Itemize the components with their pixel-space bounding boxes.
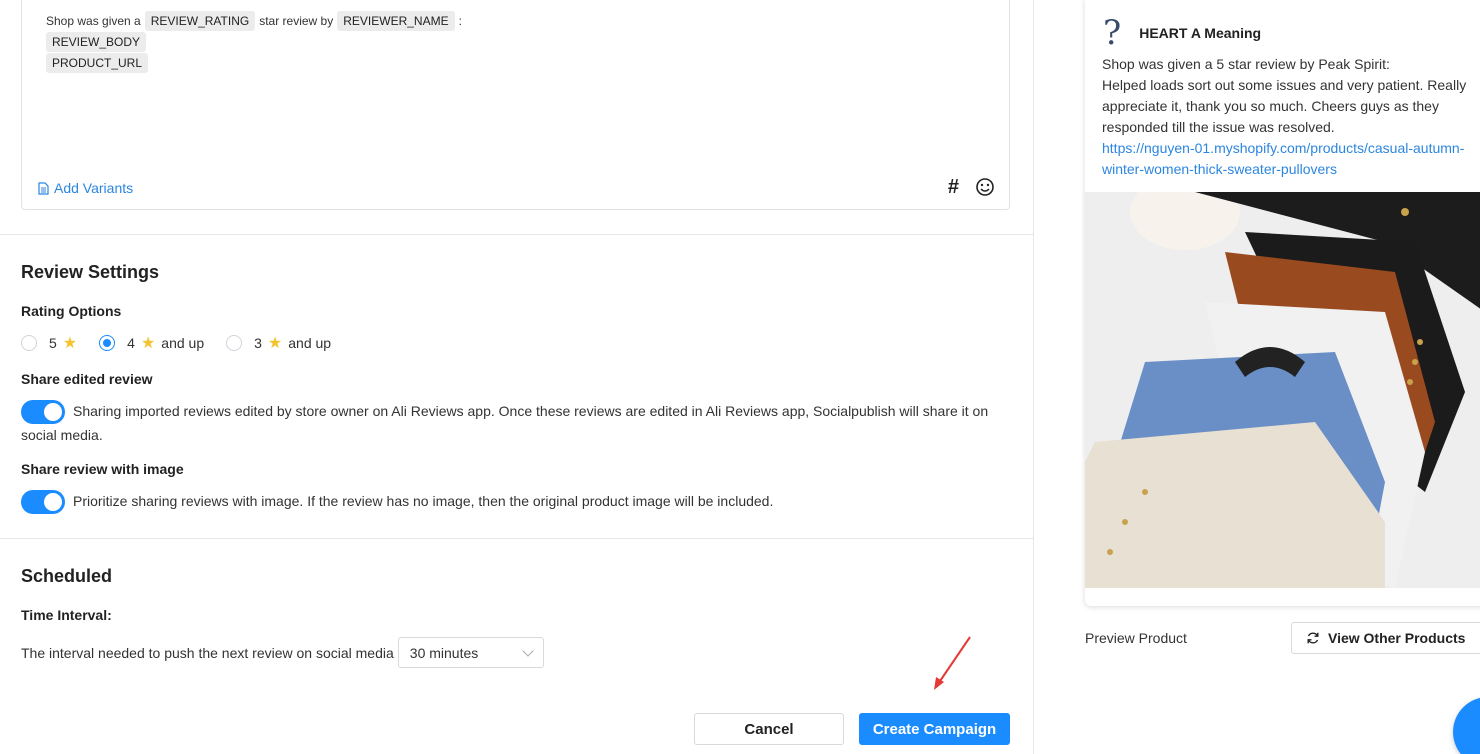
share-review-image-toggle[interactable] bbox=[21, 490, 65, 515]
template-prefix: Shop was given a bbox=[46, 14, 141, 28]
template-line-2: REVIEW_BODY bbox=[46, 32, 147, 52]
share-edited-review-row: Sharing imported reviews edited by store… bbox=[21, 400, 1016, 446]
interval-value: 30 minutes bbox=[409, 644, 479, 661]
review-rating-variable[interactable]: REVIEW_RATING bbox=[144, 11, 256, 31]
emoji-icon[interactable] bbox=[975, 177, 995, 197]
interval-description: The interval needed to push the next rev… bbox=[21, 644, 394, 661]
product-url-variable[interactable]: PRODUCT_URL bbox=[46, 53, 149, 73]
sweater-image-illustration bbox=[1085, 192, 1480, 588]
editor-toolbar: # bbox=[948, 177, 995, 197]
refresh-icon bbox=[1307, 632, 1319, 644]
preview-post-text: Shop was given a 5 star review by Peak S… bbox=[1102, 54, 1477, 180]
add-variants-link[interactable]: Add Variants bbox=[38, 180, 133, 196]
add-variants-label: Add Variants bbox=[54, 180, 134, 196]
preview-product-label: Preview Product bbox=[1085, 630, 1187, 646]
interval-select[interactable]: 30 minutes bbox=[397, 637, 544, 668]
share-edited-review-text: Sharing imported reviews edited by store… bbox=[21, 403, 989, 444]
product-image bbox=[1085, 192, 1480, 588]
chevron-down-icon bbox=[522, 644, 534, 657]
preview-line-1: Shop was given a 5 star review by Peak S… bbox=[1102, 56, 1390, 72]
rating-options-group: 5 ★ 4 ★ and up 3 ★ and up bbox=[21, 333, 331, 353]
radio-button-selected[interactable] bbox=[99, 335, 116, 351]
rating-options-label: Rating Options bbox=[21, 303, 122, 319]
rating-value: 5 bbox=[49, 335, 57, 351]
rating-value: 3 bbox=[254, 335, 262, 351]
template-colon: : bbox=[458, 14, 462, 28]
cancel-button[interactable]: Cancel bbox=[694, 713, 844, 745]
section-divider bbox=[0, 538, 1034, 539]
post-preview-card: ? HEART A Meaning Shop was given a 5 sta… bbox=[1085, 0, 1480, 606]
time-interval-label: Time Interval: bbox=[21, 607, 112, 623]
share-edited-review-label: Share edited review bbox=[21, 371, 153, 387]
template-line-1: Shop was given a REVIEW_RATING star revi… bbox=[46, 11, 462, 31]
interval-row: The interval needed to push the next rev… bbox=[21, 637, 544, 668]
review-settings-title: Review Settings bbox=[21, 262, 160, 282]
share-edited-review-toggle[interactable] bbox=[21, 400, 65, 425]
preview-line-2: Helped loads sort out some issues and ve… bbox=[1102, 77, 1467, 135]
section-divider bbox=[0, 234, 1034, 235]
campaign-settings-panel: Shop was given a REVIEW_RATING star revi… bbox=[0, 0, 1034, 754]
star-icon: ★ bbox=[62, 335, 78, 352]
rating-option-4-and-up[interactable]: 4 ★ and up bbox=[99, 333, 204, 353]
document-icon bbox=[38, 181, 49, 195]
review-body-variable[interactable]: REVIEW_BODY bbox=[46, 32, 147, 52]
rating-option-5[interactable]: 5 ★ bbox=[21, 333, 77, 353]
rating-option-3-and-up[interactable]: 3 ★ and up bbox=[226, 333, 331, 353]
scheduled-title: Scheduled bbox=[21, 566, 113, 586]
share-review-image-text: Prioritize sharing reviews with image. I… bbox=[73, 493, 774, 509]
rating-value: 4 bbox=[127, 335, 135, 351]
shop-name: HEART A Meaning bbox=[1139, 25, 1262, 41]
share-review-image-row: Prioritize sharing reviews with image. I… bbox=[21, 490, 1016, 515]
view-other-products-button[interactable]: View Other Products bbox=[1291, 622, 1480, 654]
rating-suffix: and up bbox=[288, 335, 332, 351]
template-line-3: PRODUCT_URL bbox=[46, 53, 149, 73]
message-template-editor[interactable]: Shop was given a REVIEW_RATING star revi… bbox=[21, 0, 1010, 210]
chat-widget-button[interactable] bbox=[1453, 697, 1480, 754]
annotation-arrow-icon bbox=[934, 636, 971, 690]
star-icon: ★ bbox=[267, 335, 283, 352]
radio-button[interactable] bbox=[226, 335, 243, 351]
create-campaign-button[interactable]: Create Campaign bbox=[859, 713, 1010, 745]
preview-product-link[interactable]: https://nguyen-01.myshopify.com/products… bbox=[1102, 138, 1477, 180]
question-mark-icon: ? bbox=[1103, 13, 1122, 53]
hashtag-icon[interactable]: # bbox=[948, 177, 959, 197]
rating-suffix: and up bbox=[161, 335, 205, 351]
reviewer-name-variable[interactable]: REVIEWER_NAME bbox=[337, 11, 455, 31]
view-other-products-label: View Other Products bbox=[1328, 630, 1466, 646]
template-mid: star review by bbox=[259, 14, 334, 28]
share-review-image-label: Share review with image bbox=[21, 461, 184, 477]
star-icon: ★ bbox=[140, 335, 156, 352]
preview-header: ? HEART A Meaning bbox=[1103, 16, 1261, 50]
radio-button[interactable] bbox=[21, 335, 37, 351]
